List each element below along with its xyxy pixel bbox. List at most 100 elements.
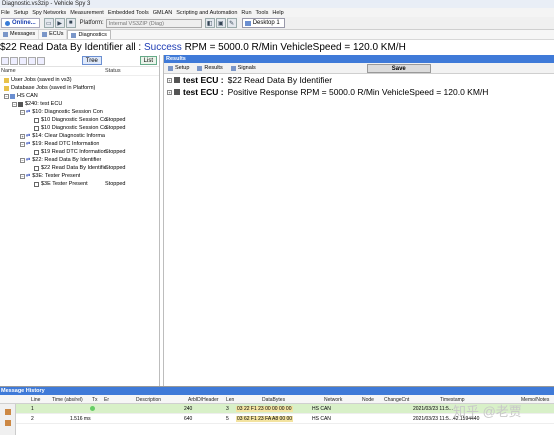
main-toolbar: Online... ▭ ▶ ■ Platform: Internal VS3ZI… bbox=[0, 17, 554, 30]
window-title: Diagnostic.vs3zip - Vehicle Spy 3 bbox=[0, 0, 554, 8]
job-checkbox[interactable] bbox=[34, 149, 39, 155]
service-arrow-icon: ⇄ bbox=[26, 173, 31, 179]
online-button[interactable]: Online... bbox=[1, 18, 40, 28]
tx-indicator-icon bbox=[90, 406, 95, 411]
watermark: 知乎 @老贾 bbox=[453, 404, 522, 419]
menu-setup[interactable]: Setup bbox=[14, 10, 28, 16]
tree-item-service[interactable]: − ⇄ $3E: Tester Present bbox=[0, 172, 159, 180]
expand-icon[interactable]: + bbox=[167, 89, 172, 95]
menu-measurement[interactable]: Measurement bbox=[70, 10, 104, 16]
filter-icon[interactable] bbox=[5, 409, 11, 415]
jobs-toolbar: Tree List bbox=[0, 55, 159, 67]
history-side-toolbar bbox=[0, 404, 16, 435]
open-icon[interactable]: ◧ bbox=[204, 18, 215, 28]
job-checkbox[interactable] bbox=[34, 181, 39, 187]
stop-icon[interactable]: ■ bbox=[65, 18, 76, 28]
menu-scripting[interactable]: Scripting and Automation bbox=[176, 10, 237, 16]
filter-icon[interactable] bbox=[5, 420, 11, 426]
delete-icon[interactable] bbox=[28, 56, 36, 65]
diagnostics-icon bbox=[71, 32, 77, 38]
service-arrow-icon: ⇄ bbox=[26, 109, 31, 115]
network-icon bbox=[10, 93, 15, 99]
menu-tools[interactable]: Tools bbox=[256, 10, 269, 16]
status-values: RPM = 5000.0 R/Min VehicleSpeed = 120.0 … bbox=[184, 42, 406, 53]
job-checkbox[interactable] bbox=[34, 165, 39, 171]
job-checkbox[interactable] bbox=[34, 125, 39, 131]
collapse-icon[interactable]: − bbox=[20, 141, 25, 147]
menu-embedded-tools[interactable]: Embedded Tools bbox=[108, 10, 149, 16]
desktop-tab-label: Desktop 1 bbox=[252, 19, 280, 26]
save-icon[interactable]: ▣ bbox=[215, 18, 226, 28]
platform-select[interactable]: Internal VS3ZIP (Diag) bbox=[105, 18, 202, 28]
message-history-title: Message History bbox=[0, 387, 554, 395]
tree-item-job[interactable]: $19 Read DTC Information Stopped bbox=[0, 148, 159, 156]
tree-item-job[interactable]: $3E Tester Present Stopped bbox=[0, 180, 159, 188]
diagnostic-jobs-panel: Tree List Name Status User Jobs (saved i… bbox=[0, 55, 160, 386]
service-arrow-icon: ⇄ bbox=[26, 141, 31, 147]
menu-gmlan[interactable]: GMLAN bbox=[153, 10, 173, 16]
desktop-tab[interactable]: Desktop 1 bbox=[241, 18, 285, 28]
desktop-icon bbox=[244, 20, 251, 26]
tree-item-service[interactable]: + ⇄ $14: Clear Diagnostic Informa bbox=[0, 132, 159, 140]
paste-icon[interactable] bbox=[19, 56, 27, 65]
collapse-icon[interactable]: − bbox=[4, 93, 9, 99]
menu-run[interactable]: Run bbox=[241, 10, 251, 16]
platform-label: Platform: bbox=[79, 20, 104, 26]
menu-spy-networks[interactable]: Spy Networks bbox=[32, 10, 66, 16]
tree-item-service[interactable]: − ⇄ $22: Read Data By Identifier bbox=[0, 156, 159, 164]
tree-item-service[interactable]: − ⇄ $19: Read DTC Information bbox=[0, 140, 159, 148]
tab-ecus[interactable]: ECUs bbox=[39, 30, 68, 39]
menu-file[interactable]: File bbox=[1, 10, 10, 16]
tab-results[interactable]: Results bbox=[193, 65, 226, 71]
result-row[interactable]: + test ECU : Positive Response RPM = 500… bbox=[164, 86, 554, 98]
results-title: Results bbox=[164, 55, 554, 63]
ecu-icon bbox=[174, 77, 180, 83]
online-icon bbox=[5, 20, 10, 26]
collapse-icon[interactable]: − bbox=[20, 173, 25, 179]
job-checkbox[interactable] bbox=[34, 117, 39, 123]
ecus-icon bbox=[42, 32, 48, 37]
copy-icon[interactable] bbox=[10, 56, 18, 65]
tree-view-button[interactable]: Tree bbox=[81, 56, 102, 65]
expand-icon[interactable]: + bbox=[167, 77, 172, 83]
save-button[interactable]: Save bbox=[366, 63, 431, 73]
tree-item-ecu[interactable]: − $240: test ECU bbox=[0, 100, 159, 108]
result-row[interactable]: + test ECU : $22 Read Data By Identifier bbox=[164, 74, 554, 86]
add-icon[interactable] bbox=[1, 56, 9, 65]
tab-diagnostics[interactable]: Diagnostics bbox=[67, 30, 111, 39]
save-jobs-icon[interactable] bbox=[37, 56, 45, 65]
setup-icon bbox=[168, 65, 173, 71]
service-arrow-icon: ⇄ bbox=[26, 157, 31, 163]
tree-item-database-jobs[interactable]: Database Jobs (saved in Platform) bbox=[0, 84, 159, 92]
view-tabs: Messages ECUs Diagnostics bbox=[0, 30, 554, 40]
results-toolbar: Setup Results Signals Save bbox=[164, 63, 554, 74]
list-view-button[interactable]: List bbox=[139, 56, 157, 65]
tab-setup[interactable]: Setup bbox=[164, 65, 193, 71]
tree-item-job[interactable]: $22 Read Data By Identifie Stopped bbox=[0, 164, 159, 172]
tab-signals[interactable]: Signals bbox=[227, 65, 260, 71]
col-status: Status bbox=[105, 68, 121, 74]
menu-bar: File Setup Spy Networks Measurement Embe… bbox=[0, 8, 554, 17]
expand-icon[interactable]: + bbox=[20, 133, 25, 139]
status-success: Success bbox=[143, 42, 182, 53]
results-panel: Results Setup Results Signals Save + tes… bbox=[163, 55, 554, 386]
play-icon[interactable]: ▶ bbox=[54, 18, 65, 28]
tree-item-user-jobs[interactable]: User Jobs (saved in vs3) bbox=[0, 76, 159, 84]
tree-item-job[interactable]: $10 Diagnostic Session Co Stopped bbox=[0, 116, 159, 124]
monitor-icon[interactable]: ▭ bbox=[43, 18, 54, 28]
wrench-icon[interactable]: ✎ bbox=[226, 18, 237, 28]
tree-item-service[interactable]: − ⇄ $10: Diagnostic Session Con bbox=[0, 108, 159, 116]
results-icon bbox=[197, 65, 203, 71]
ecu-icon bbox=[18, 101, 23, 107]
folder-icon bbox=[4, 77, 9, 83]
collapse-icon[interactable]: − bbox=[20, 157, 25, 163]
collapse-icon[interactable]: − bbox=[12, 101, 17, 107]
status-prefix: $22 Read Data By Identifier all : bbox=[0, 42, 142, 53]
tree-item-job[interactable]: $10 Diagnostic Session Co Stopped bbox=[0, 124, 159, 132]
signals-icon bbox=[230, 65, 236, 71]
menu-help[interactable]: Help bbox=[272, 10, 283, 16]
tree-item-hs-can[interactable]: − HS CAN bbox=[0, 92, 159, 100]
collapse-icon[interactable]: − bbox=[20, 109, 25, 115]
messages-icon bbox=[3, 32, 8, 37]
tab-messages[interactable]: Messages bbox=[0, 30, 40, 39]
